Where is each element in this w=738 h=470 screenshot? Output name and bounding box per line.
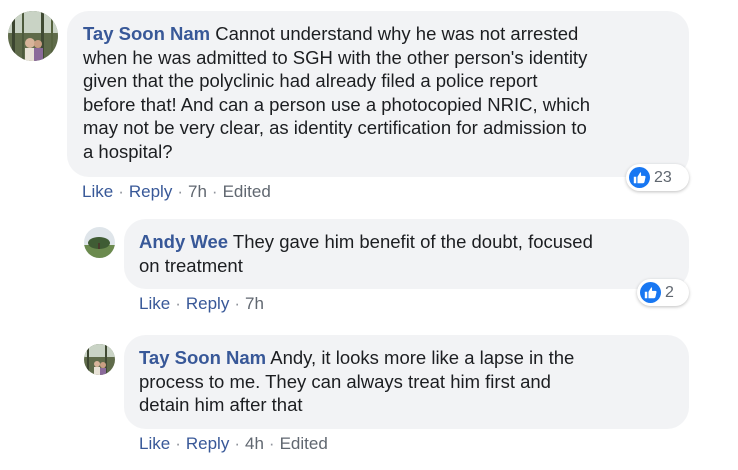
avatar-tay-soon-nam[interactable] [8, 11, 58, 61]
comment-text-line: when he was admitted to SGH with the oth… [83, 46, 588, 68]
reply-link[interactable]: Reply [129, 182, 172, 201]
separator: · [175, 434, 181, 453]
avatar-photo-icon [8, 11, 58, 61]
like-link[interactable]: Like [139, 294, 170, 313]
comment-text-line: process to me. They can always treat him… [139, 370, 551, 392]
reply-link[interactable]: Reply [186, 294, 229, 313]
separator: · [268, 434, 275, 453]
reply-link[interactable]: Reply [186, 434, 229, 453]
comment-actions: Like · Reply · 7h [139, 294, 264, 314]
comment-text-line: may not be very clear, as identity certi… [83, 117, 587, 138]
separator: · [175, 294, 181, 313]
comment-text-line: before that! And can a person use a phot… [83, 93, 591, 115]
reaction-count: 2 [665, 283, 674, 301]
avatar-andy-wee[interactable] [84, 227, 115, 258]
like-link[interactable]: Like [82, 182, 113, 201]
comment-author[interactable]: Andy Wee [139, 231, 228, 252]
comment-text-line: They gave him benefit of the doubt, focu… [232, 231, 593, 252]
comment-text-line: a hospital? [83, 140, 173, 162]
comment-text-line: given that the polyclinic had already fi… [83, 70, 538, 91]
comment-text-line: Cannot understand why he was not arreste… [215, 23, 579, 44]
separator: · [211, 182, 218, 201]
thumbs-up-icon [629, 167, 650, 188]
avatar-tay-soon-nam[interactable] [84, 344, 115, 375]
edited-label[interactable]: Edited [223, 182, 271, 201]
thumbs-up-icon [640, 282, 661, 303]
separator: · [234, 434, 240, 453]
comment-bubble: Tay Soon Nam Cannot understand why he wa… [67, 11, 689, 177]
avatar-photo-icon [84, 344, 115, 375]
comment-thread: Tay Soon Nam Cannot understand why he wa… [0, 0, 738, 470]
separator: · [118, 182, 124, 201]
comment-text-line: on treatment [139, 254, 243, 276]
separator: · [234, 294, 240, 313]
edited-label[interactable]: Edited [280, 434, 328, 453]
comment-text-line: detain him after that [139, 394, 303, 415]
avatar-photo-icon [84, 227, 115, 258]
comment-text-line: Andy, it looks more like a lapse in the [270, 347, 575, 368]
reaction-count-badge[interactable]: 23 [626, 164, 689, 191]
timestamp[interactable]: 4h [245, 434, 264, 453]
reaction-count-badge[interactable]: 2 [637, 279, 689, 306]
like-link[interactable]: Like [139, 434, 170, 453]
comment-actions: Like · Reply · 7h · Edited [82, 182, 271, 202]
comment-author[interactable]: Tay Soon Nam [83, 23, 210, 44]
comment-bubble: Andy Wee They gave him benefit of the do… [124, 219, 689, 289]
separator: · [177, 182, 183, 201]
comment-author[interactable]: Tay Soon Nam [139, 347, 266, 368]
comment-bubble: Tay Soon Nam Andy, it looks more like a … [124, 335, 689, 429]
reaction-count: 23 [654, 168, 672, 186]
timestamp[interactable]: 7h [245, 294, 264, 313]
timestamp[interactable]: 7h [188, 182, 207, 201]
comment-actions: Like · Reply · 4h · Edited [139, 434, 328, 454]
